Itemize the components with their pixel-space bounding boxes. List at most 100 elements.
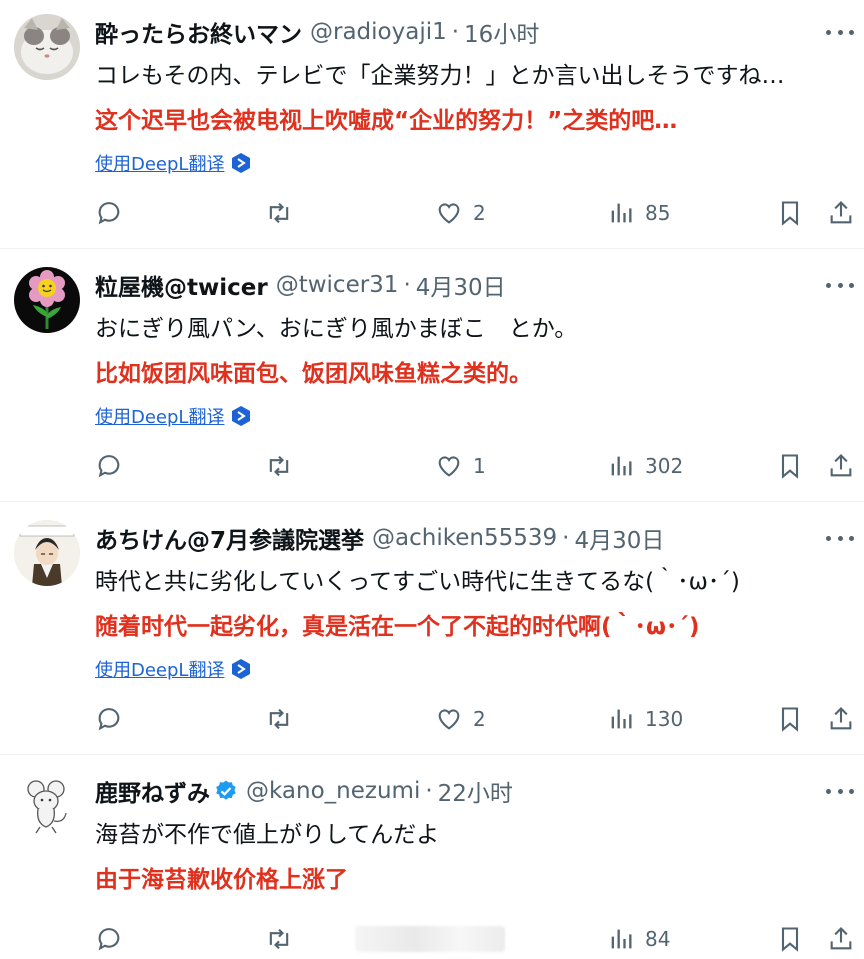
tweet-text: 海苔が不作で値上がりしてんだよ [95,822,440,848]
translate-link[interactable]: 使用DeepL翻译 [95,150,252,176]
like-count: 2 [473,201,486,225]
author-name[interactable]: 鹿野ねずみ [95,774,210,808]
views-button[interactable]: 84 [607,922,670,956]
deepl-icon [230,152,252,174]
bookmark-button[interactable] [776,702,804,736]
avatar[interactable] [14,520,80,586]
translate-label[interactable]: 使用DeepL翻译 [95,403,224,429]
separator: · [562,525,570,551]
reply-button[interactable] [95,449,133,483]
avatar[interactable] [14,267,80,333]
more-dots-icon[interactable] [826,22,854,42]
tweet-2[interactable]: 粒屋機@twicer @twicer31 · 4月30日 おにぎり風パン、おにぎ… [0,253,864,501]
translation-text: 这个迟早也会被电视上吹嘘成“企业的努力！”之类的吧… [95,108,678,134]
separator: · [425,778,433,804]
like-button[interactable]: 1 [435,449,486,483]
more-dots-icon[interactable] [826,781,854,801]
verified-badge-icon [214,779,238,803]
reply-feed: 酔ったらお終いマン @radioyaji1 · 16小时 コレもその内、テレビで… [0,0,864,959]
action-bar: 2 85 [0,196,864,230]
translate-label[interactable]: 使用DeepL翻译 [95,150,224,176]
tweet-1[interactable]: 酔ったらお終いマン @radioyaji1 · 16小时 コレもその内、テレビで… [0,0,864,248]
divider [0,754,864,755]
retweet-button[interactable] [265,196,303,230]
tweet-text: コレもその内、テレビで「企業努力！」とか言い出しそうですね… [95,63,785,89]
tweet-header: あちけん@7月参議院選挙 @achiken55539 · 4月30日 [95,522,664,554]
views-button[interactable]: 302 [607,449,683,483]
bar-chart-icon [607,925,635,953]
translation-text: 由于海苔歉收价格上涨了 [95,867,348,893]
heart-icon [435,452,463,480]
like-count: 2 [473,707,486,731]
timestamp[interactable]: 4月30日 [574,521,664,555]
translate-link[interactable]: 使用DeepL翻译 [95,403,252,429]
bar-chart-icon [607,705,635,733]
translate-label[interactable]: 使用DeepL翻译 [95,656,224,682]
retweet-button[interactable] [265,449,303,483]
author-name[interactable]: あちけん@7月参議院選挙 [95,521,364,555]
timestamp[interactable]: 22小时 [438,774,513,808]
translation-text: 随着时代一起劣化，真是活在一个了不起的时代啊(｀･ω･´) [95,614,700,640]
views-button[interactable]: 85 [607,196,670,230]
bar-chart-icon [607,199,635,227]
bookmark-button[interactable] [776,922,804,956]
avatar[interactable] [14,773,80,839]
like-button[interactable]: 2 [435,196,486,230]
author-name[interactable]: 酔ったらお終いマン [95,15,302,49]
author-name[interactable]: 粒屋機@twicer [95,268,268,302]
share-button[interactable] [827,702,855,736]
bookmark-icon [776,199,804,227]
author-handle[interactable]: @achiken55539 [372,525,557,551]
separator: · [403,272,411,298]
tweet-header: 酔ったらお終いマン @radioyaji1 · 16小时 [95,16,539,48]
timestamp[interactable]: 16小时 [464,15,539,49]
author-handle[interactable]: @twicer31 [276,272,399,298]
view-count: 84 [645,927,671,951]
bookmark-icon [776,925,804,953]
views-button[interactable]: 130 [607,702,683,736]
heart-icon [435,705,463,733]
watermark-blur [355,926,505,952]
action-bar: 2 130 [0,702,864,736]
retweet-button[interactable] [265,922,303,956]
author-handle[interactable]: @kano_nezumi [246,778,420,804]
more-dots-icon[interactable] [826,528,854,548]
bookmark-button[interactable] [776,196,804,230]
bar-chart-icon [607,452,635,480]
reply-button[interactable] [95,702,133,736]
share-button[interactable] [827,922,855,956]
reply-button[interactable] [95,922,133,956]
translate-link[interactable]: 使用DeepL翻译 [95,656,252,682]
share-button[interactable] [827,196,855,230]
view-count: 302 [645,454,684,478]
divider [0,248,864,249]
view-count: 130 [645,707,684,731]
translation-text: 比如饭团风味面包、饭团风味鱼糕之类的。 [95,361,532,387]
speech-bubble-icon [95,199,123,227]
bookmark-icon [776,705,804,733]
share-icon [827,925,855,953]
bookmark-icon [776,452,804,480]
avatar[interactable] [14,14,80,80]
divider [0,501,864,502]
share-icon [827,705,855,733]
tweet-header: 鹿野ねずみ @kano_nezumi · 22小时 [95,775,513,807]
retweet-icon [265,925,293,953]
share-icon [827,452,855,480]
retweet-button[interactable] [265,702,303,736]
retweet-icon [265,705,293,733]
heart-icon [435,199,463,227]
timestamp[interactable]: 4月30日 [416,268,506,302]
tweet-header: 粒屋機@twicer @twicer31 · 4月30日 [95,269,506,301]
action-bar: 1 302 [0,449,864,483]
reply-button[interactable] [95,196,133,230]
share-button[interactable] [827,449,855,483]
like-button[interactable]: 2 [435,702,486,736]
more-dots-icon[interactable] [826,275,854,295]
retweet-icon [265,199,293,227]
tweet-3[interactable]: あちけん@7月参議院選挙 @achiken55539 · 4月30日 時代と共に… [0,506,864,754]
deepl-icon [230,658,252,680]
bookmark-button[interactable] [776,449,804,483]
author-handle[interactable]: @radioyaji1 [310,19,447,45]
speech-bubble-icon [95,925,123,953]
